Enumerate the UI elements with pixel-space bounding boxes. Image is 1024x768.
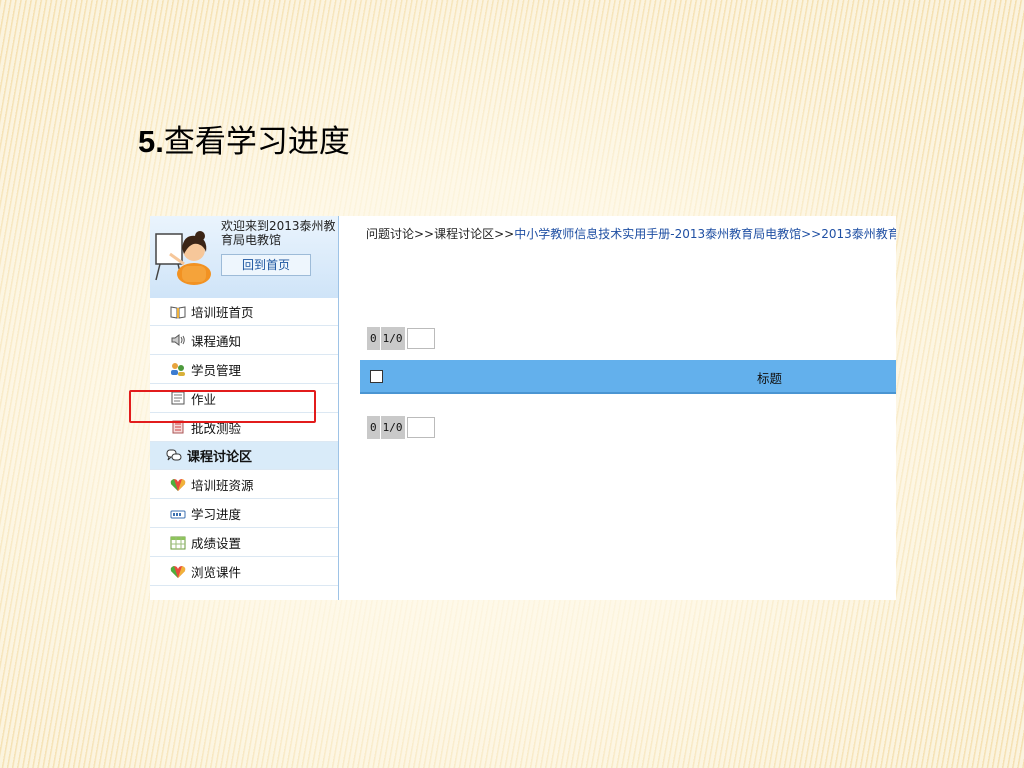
sidebar-item-label: 课程讨论区 [187, 450, 253, 466]
book-icon [170, 305, 186, 319]
main-content: 问题讨论>>课程讨论区>>中小学教师信息技术实用手册-2013泰州教育局电教馆>… [339, 216, 896, 600]
sidebar-item-label: 浏览课件 [191, 565, 242, 581]
page-jump-input[interactable] [406, 328, 435, 349]
users-icon [171, 363, 185, 377]
slide-title-text: 查看学习进度 [163, 124, 350, 160]
page-indicator: 1/0 [380, 416, 405, 439]
record-count: 0 [367, 327, 380, 350]
grid-icon [170, 536, 186, 550]
select-all-checkbox[interactable] [370, 370, 383, 383]
sidebar-item-class-resources[interactable]: 培训班资源 [150, 471, 338, 500]
sidebar-item-grade-settings[interactable]: 成绩设置 [150, 529, 338, 558]
sidebar-item-class-home[interactable]: 培训班首页 [150, 298, 338, 326]
resource-icon [170, 478, 186, 491]
slide-title: 5.查看学习进度 [138, 116, 350, 161]
breadcrumb-section[interactable]: 问题讨论>>课程讨论区>> [366, 227, 514, 241]
speaker-icon [171, 334, 185, 347]
pager-bottom: 0 1/0 [367, 416, 435, 439]
slide-number: 5. [138, 124, 164, 159]
sidebar-item-label: 培训班资源 [191, 478, 254, 494]
welcome-line-1: 欢迎来到2013泰州教 [221, 219, 336, 233]
highlight-box [129, 390, 316, 423]
breadcrumb-class-link[interactable]: >>2013泰州教育 [801, 227, 896, 241]
sidebar-item-label: 培训班首页 [191, 305, 254, 320]
sidebar-item-learning-progress[interactable]: 学习进度 [150, 500, 338, 529]
breadcrumb: 问题讨论>>课程讨论区>>中小学教师信息技术实用手册-2013泰州教育局电教馆>… [366, 225, 896, 242]
sidebar-item-label: 成绩设置 [191, 536, 242, 552]
sidebar-item-browse-courseware[interactable]: 浏览课件 [150, 558, 338, 587]
teacher-avatar-icon [155, 231, 211, 285]
page-indicator: 1/0 [380, 327, 405, 350]
resource-icon [170, 565, 186, 578]
pager-top: 0 1/0 [367, 327, 435, 350]
sidebar-item-course-notice[interactable]: 课程通知 [150, 327, 338, 355]
profile-panel: 欢迎来到2013泰州教 育局电教馆 回到首页 [150, 216, 338, 298]
record-count: 0 [367, 416, 380, 439]
table-header: 标题 [360, 360, 896, 394]
sidebar-item-student-management[interactable]: 学员管理 [150, 356, 338, 384]
page-jump-input[interactable] [406, 417, 435, 438]
column-header-title[interactable]: 标题 [757, 368, 782, 387]
sidebar-item-label: 学习进度 [191, 507, 242, 523]
breadcrumb-course-link[interactable]: 中小学教师信息技术实用手册-2013泰州教育局电教馆 [514, 227, 801, 241]
sidebar-item-label: 课程通知 [191, 333, 242, 349]
sidebar-item-course-discussion[interactable]: 课程讨论区 [150, 442, 338, 471]
welcome-line-2: 育局电教馆 [221, 233, 282, 247]
home-button[interactable]: 回到首页 [221, 254, 311, 276]
sidebar-menu: 培训班首页 课程通知 学员管理 作业 批改测验 课程讨论区 培训班资源 学习进度… [150, 298, 338, 587]
progress-icon [170, 510, 186, 519]
sidebar-item-label: 学员管理 [191, 362, 242, 378]
chat-bubbles-icon [166, 449, 182, 461]
welcome-text: 欢迎来到2013泰州教 育局电教馆 [221, 219, 337, 247]
